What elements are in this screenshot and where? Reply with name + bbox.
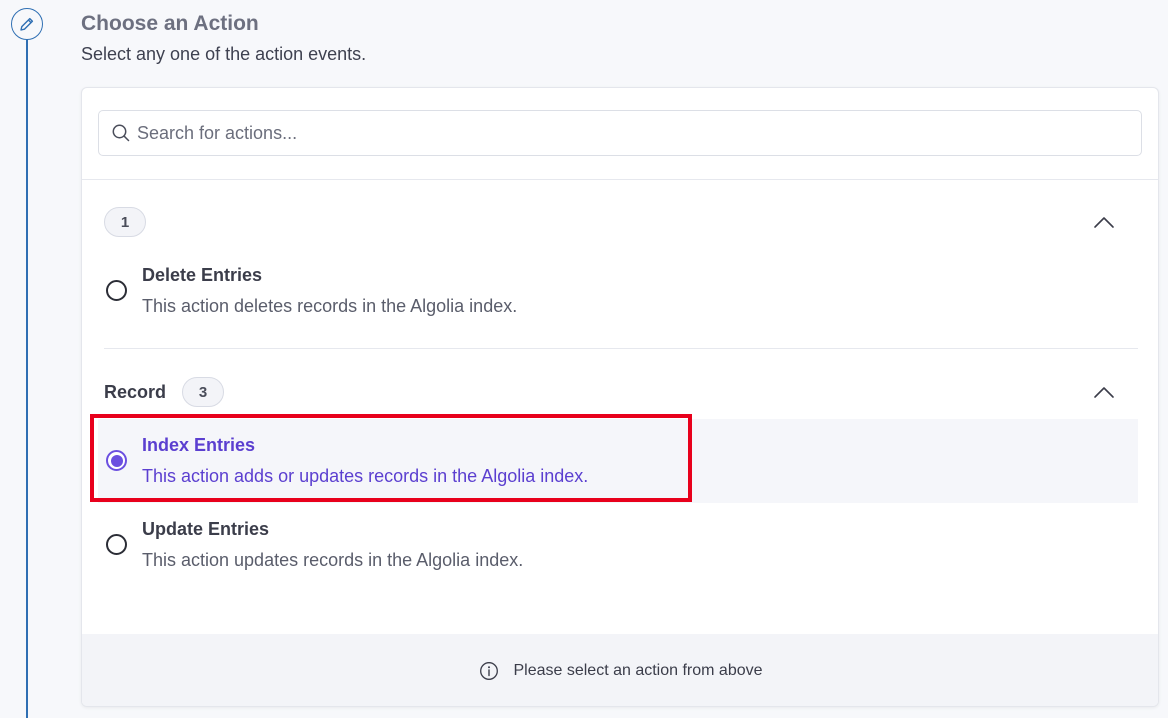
radio-delete-entries[interactable] xyxy=(106,280,127,301)
step-connector-line xyxy=(26,38,28,718)
action-description: This action updates records in the Algol… xyxy=(142,550,524,570)
count-badge: 1 xyxy=(104,207,146,237)
search-icon xyxy=(111,123,131,143)
page-subtitle: Select any one of the action events. xyxy=(81,44,367,64)
group-header-record[interactable]: Record 3 xyxy=(104,376,1138,408)
action-title: Update Entries xyxy=(142,519,270,539)
action-title: Index Entries xyxy=(142,435,256,455)
count-badge: 3 xyxy=(182,377,225,407)
search-input[interactable] xyxy=(137,113,1117,153)
chevron-up-icon[interactable] xyxy=(1092,380,1116,404)
action-item-delete-entries[interactable]: Delete Entries This action deletes recor… xyxy=(98,249,1138,333)
action-description: This action deletes records in the Algol… xyxy=(142,296,518,316)
chevron-up-icon[interactable] xyxy=(1092,210,1116,234)
action-list-card: 1 Delete Entries This action deletes rec… xyxy=(81,87,1159,707)
group-name: Record xyxy=(104,381,167,402)
radio-index-entries[interactable] xyxy=(106,450,127,471)
action-title: Delete Entries xyxy=(142,265,263,285)
footer-hint: Please select an action from above xyxy=(82,634,1158,706)
action-item-index-entries[interactable]: Index Entries This action adds or update… xyxy=(98,419,1138,503)
divider xyxy=(104,348,1138,349)
search-box[interactable] xyxy=(98,110,1142,156)
info-icon xyxy=(479,661,499,681)
action-item-update-entries[interactable]: Update Entries This action updates recor… xyxy=(98,503,1138,587)
group-header-uncategorized[interactable]: 1 xyxy=(104,206,1138,238)
page-title: Choose an Action xyxy=(81,12,259,35)
pencil-icon xyxy=(11,8,43,40)
action-description: This action adds or updates records in t… xyxy=(142,466,589,486)
footer-message: Please select an action from above xyxy=(513,662,763,679)
divider xyxy=(82,179,1158,180)
radio-update-entries[interactable] xyxy=(106,534,127,555)
action-picker-page: Choose an Action Select any one of the a… xyxy=(0,0,1168,718)
